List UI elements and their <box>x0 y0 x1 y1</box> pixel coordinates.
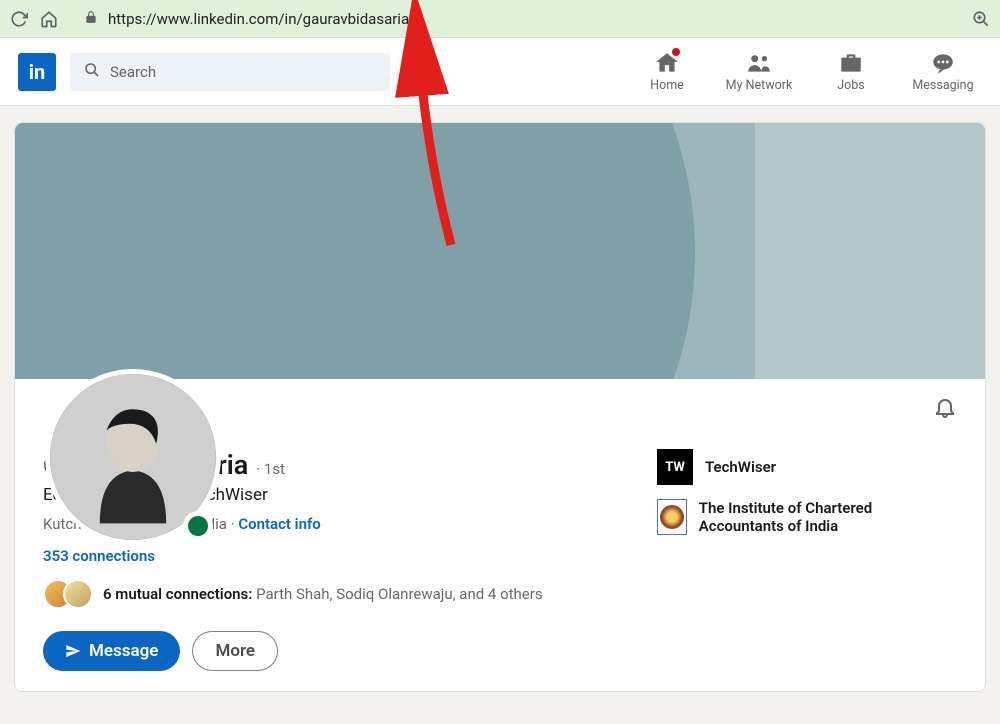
address-bar[interactable]: https://www.linkedin.com/in/gauravbidasa… <box>70 5 960 33</box>
organizations: TW TechWiser The Institute of Chartered … <box>657 439 957 671</box>
mutual-names: Parth Shah, Sodiq Olanrewaju, and 4 othe… <box>252 585 542 603</box>
messaging-icon <box>930 50 956 76</box>
profile-card: Gaurav Bidasaria · 1st Editor and Writer… <box>14 122 986 692</box>
message-button[interactable]: Message <box>43 631 180 671</box>
network-icon <box>746 50 772 76</box>
avatar-container <box>45 369 221 545</box>
search-icon <box>84 62 100 82</box>
nav-label: Home <box>650 78 684 93</box>
org-logo-techwiser: TW <box>657 449 693 485</box>
presence-indicator <box>183 511 213 541</box>
nav-label: Messaging <box>912 78 973 93</box>
org-name: The Institute of Chartered Accountants o… <box>699 499 957 535</box>
briefcase-icon <box>838 50 864 76</box>
nav-home[interactable]: Home <box>628 50 706 93</box>
reload-icon[interactable] <box>10 10 28 28</box>
bell-icon[interactable] <box>933 395 957 423</box>
search-input[interactable]: Search <box>70 53 390 91</box>
mutual-count: 6 mutual connections: <box>103 585 252 603</box>
mutual-avatars <box>43 579 93 609</box>
nav-label: My Network <box>726 78 793 93</box>
lock-icon <box>84 10 98 28</box>
notification-dot <box>670 46 682 58</box>
page-body: Gaurav Bidasaria · 1st Editor and Writer… <box>0 106 1000 724</box>
connection-degree: · 1st <box>256 460 285 478</box>
message-button-label: Message <box>89 641 158 661</box>
org-logo-icai <box>657 499 687 535</box>
zoom-icon[interactable] <box>972 10 990 28</box>
url-text: https://www.linkedin.com/in/gauravbidasa… <box>108 10 415 28</box>
linkedin-logo[interactable]: in <box>18 53 56 91</box>
org-item[interactable]: The Institute of Chartered Accountants o… <box>657 499 957 535</box>
top-nav: in Search Home My Network Jobs Messaging <box>0 38 1000 106</box>
search-placeholder: Search <box>110 63 156 81</box>
mutual-connections[interactable]: 6 mutual connections: Parth Shah, Sodiq … <box>43 579 617 609</box>
nav-my-network[interactable]: My Network <box>720 50 798 93</box>
more-button[interactable]: More <box>192 631 278 671</box>
connections-link[interactable]: 353 connections <box>43 547 155 565</box>
nav-messaging[interactable]: Messaging <box>904 50 982 93</box>
org-name: TechWiser <box>705 458 776 476</box>
home-outline-icon[interactable] <box>40 10 58 28</box>
browser-chrome: https://www.linkedin.com/in/gauravbidasa… <box>0 0 1000 38</box>
contact-info-link[interactable]: Contact info <box>238 515 320 533</box>
send-icon <box>65 643 81 659</box>
cover-photo <box>15 123 985 379</box>
nav-jobs[interactable]: Jobs <box>812 50 890 93</box>
org-item[interactable]: TW TechWiser <box>657 449 957 485</box>
nav-label: Jobs <box>837 78 865 93</box>
